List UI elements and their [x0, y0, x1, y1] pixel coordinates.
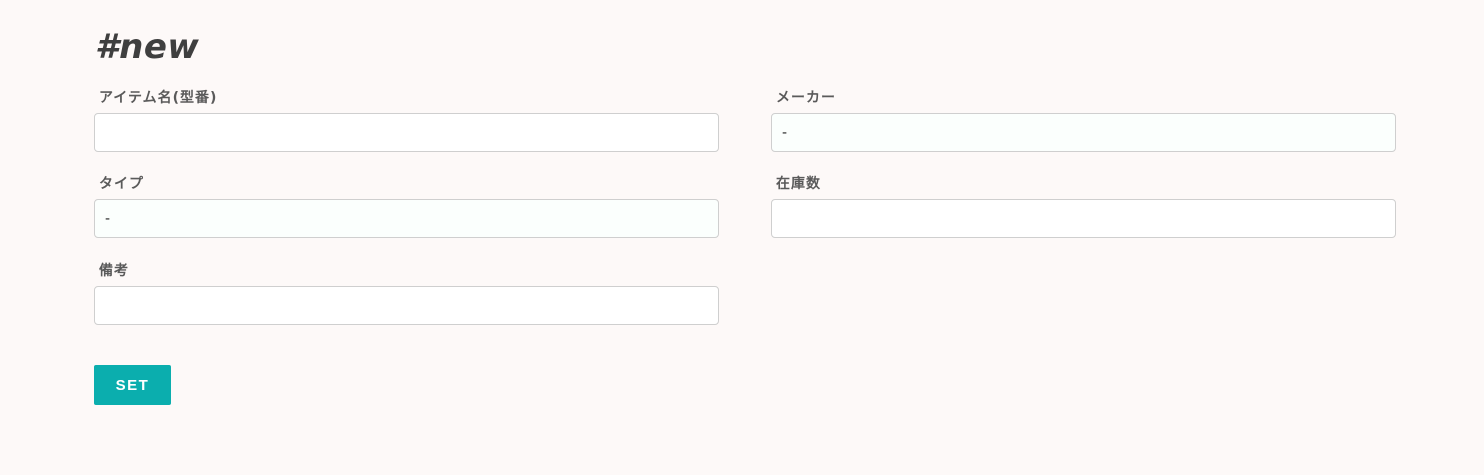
note-input[interactable]: [94, 286, 719, 325]
set-button[interactable]: SET: [94, 365, 171, 405]
note-label: 備考: [99, 263, 129, 279]
page-title: #new: [95, 27, 200, 67]
stock-field-group: 在庫数: [771, 174, 1396, 238]
maker-field-group: メーカー: [771, 88, 1396, 152]
type-field-group: タイプ: [94, 174, 719, 238]
item-name-label: アイテム名(型番): [99, 90, 218, 106]
item-name-input[interactable]: [94, 113, 719, 152]
type-input[interactable]: [94, 199, 719, 238]
maker-input[interactable]: [771, 113, 1396, 152]
type-label: タイプ: [99, 176, 144, 192]
maker-label: メーカー: [776, 90, 836, 106]
stock-label: 在庫数: [776, 176, 821, 192]
stock-input[interactable]: [771, 199, 1396, 238]
new-item-page: #new アイテム名(型番) メーカー タイプ 在庫数 備考 SET: [0, 0, 1484, 475]
item-name-field-group: アイテム名(型番): [94, 88, 719, 152]
note-field-group: 備考: [94, 261, 719, 325]
